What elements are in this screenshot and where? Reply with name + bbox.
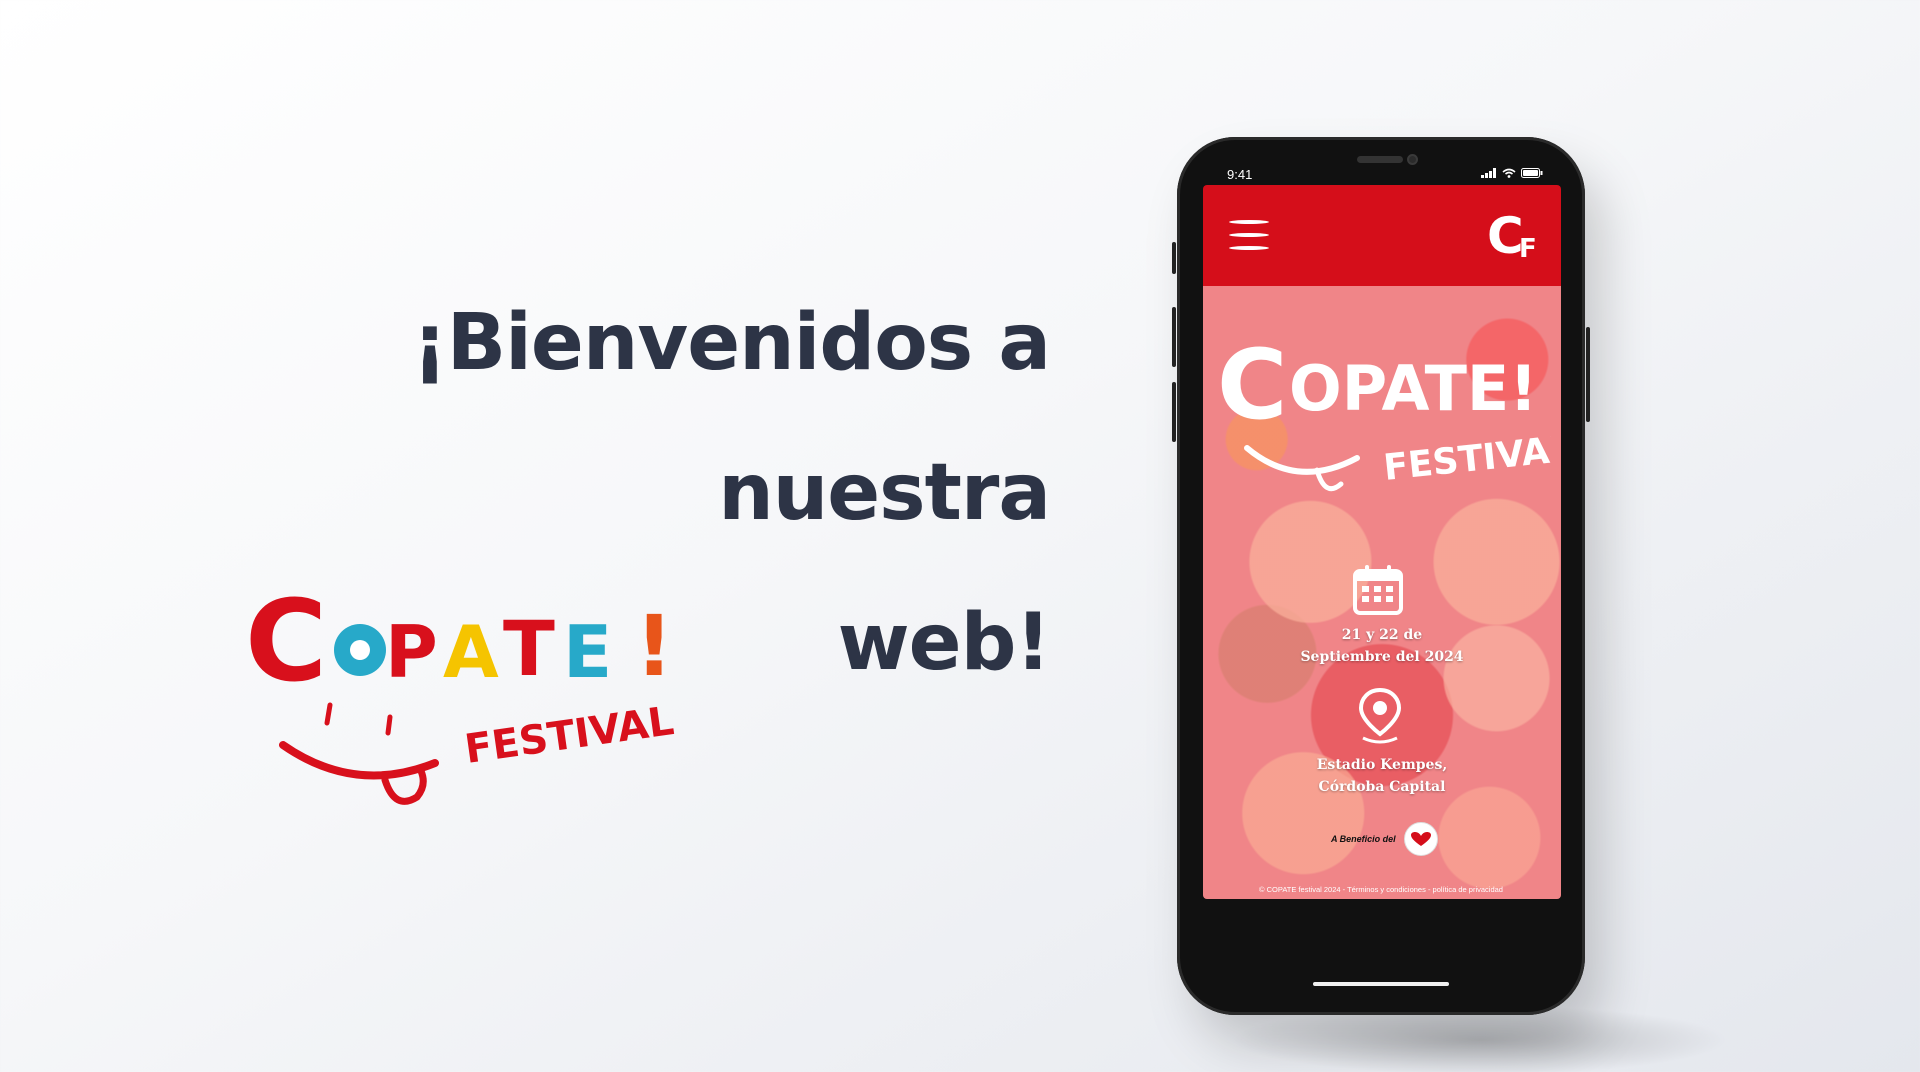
hero-banner: C OPATE! FESTIVAL 21 y 22 de Septiembre …: [1203, 286, 1561, 899]
hamburger-menu-icon[interactable]: [1229, 220, 1269, 252]
event-date-line-2: Septiembre del 2024: [1300, 649, 1464, 665]
phone-power-button: [1586, 327, 1590, 422]
svg-text:E: E: [563, 610, 612, 694]
site-header: C F: [1203, 185, 1561, 286]
map-pin-icon: [1358, 688, 1402, 744]
status-time: 9:41: [1227, 167, 1253, 182]
site-footer[interactable]: © COPATE festival 2024 - Términos y cond…: [1177, 885, 1585, 894]
cf-brand-logo[interactable]: C F: [1485, 203, 1543, 267]
svg-text:C: C: [245, 585, 327, 707]
phone-shadow: [1230, 1005, 1730, 1072]
heart-icon: [1410, 832, 1431, 846]
battery-icon: [1521, 168, 1543, 178]
svg-text:P: P: [385, 610, 438, 694]
svg-text:A: A: [443, 610, 499, 694]
svg-text:!: !: [635, 597, 673, 695]
signal-icon: [1481, 168, 1496, 178]
phone-side-button: [1172, 242, 1176, 274]
event-date: 21 y 22 de Septiembre del 2024: [1263, 624, 1501, 668]
event-location-line-1: Estadio Kempes,: [1316, 757, 1448, 773]
benefit-text: A Beneficio del: [1331, 834, 1396, 844]
phone-volume-down: [1172, 382, 1176, 442]
benefit-row: A Beneficio del: [1331, 822, 1438, 856]
phone-speaker: [1357, 156, 1403, 163]
svg-text:F: F: [1519, 234, 1537, 264]
event-location-line-2: Córdoba Capital: [1318, 779, 1446, 795]
svg-text:OPATE!: OPATE!: [1289, 352, 1538, 425]
phone-volume-up: [1172, 307, 1176, 367]
phone-screen: C F C OPATE! FESTIVAL 21 y 22 de Septiem…: [1203, 185, 1561, 899]
hero-copate-logo: C OPATE! FESTIVAL: [1217, 330, 1551, 492]
event-location: Estadio Kempes, Córdoba Capital: [1263, 754, 1501, 798]
headline-line-1: ¡Bienvenidos a nuestra: [412, 298, 1051, 538]
phone-camera: [1407, 154, 1418, 165]
event-date-line-1: 21 y 22 de: [1341, 627, 1423, 643]
status-icons: [1481, 168, 1543, 178]
svg-text:FESTIVAL: FESTIVAL: [462, 698, 677, 773]
phone-mockup: 9:41 C F C OPATE! FESTIVAL 21 y 22 de Se…: [1172, 137, 1590, 1015]
svg-text:T: T: [503, 604, 555, 693]
svg-text:C: C: [1217, 330, 1287, 441]
svg-text:FESTIVAL: FESTIVAL: [1382, 428, 1551, 489]
beneficiary-logo: [1403, 822, 1438, 856]
copate-festival-logo: C P A T E ! FESTIVAL: [245, 585, 677, 805]
wifi-icon: [1502, 168, 1516, 178]
calendar-icon: [1353, 565, 1403, 615]
home-indicator[interactable]: [1313, 982, 1449, 986]
